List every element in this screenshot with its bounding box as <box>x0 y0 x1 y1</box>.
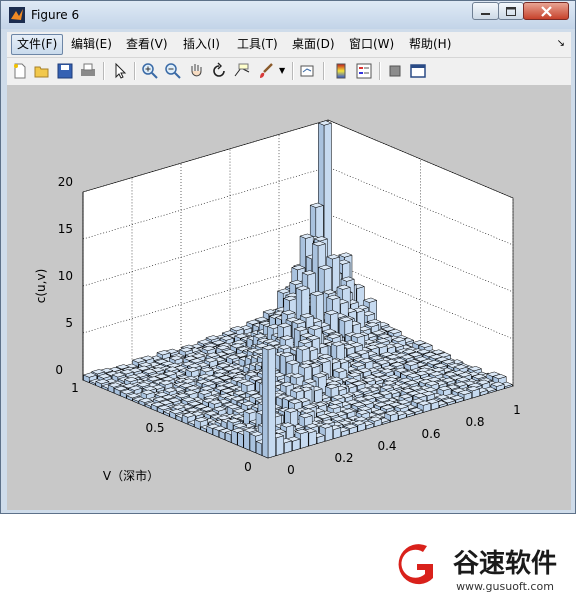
menu-insert[interactable]: 插入(I) <box>183 36 220 53</box>
z-tick-labels: 0 5 10 15 20 <box>55 175 73 377</box>
watermark-url: www.gusuoft.com <box>456 580 554 593</box>
hide-tools-icon[interactable] <box>386 62 404 80</box>
y-tick-1: 1 <box>71 381 79 395</box>
matlab-logo-icon <box>9 7 25 23</box>
menu-window[interactable]: 窗口(W) <box>349 36 394 53</box>
z-tick-0: 0 <box>55 363 63 377</box>
show-tools-icon[interactable] <box>409 62 427 80</box>
z-tick-20: 20 <box>58 175 73 189</box>
toolbar: ▼ <box>7 58 571 86</box>
close-button[interactable] <box>523 2 569 20</box>
minimize-icon <box>481 12 490 15</box>
menu-bar: 文件(F) 编辑(E) 查看(V) 插入(I) 工具(T) 桌面(D) 窗口(W… <box>7 32 571 58</box>
pan-icon[interactable] <box>187 62 205 80</box>
y-tick-0: 0 <box>244 460 252 474</box>
menu-file[interactable]: 文件(F) <box>11 34 64 55</box>
rotate-icon[interactable] <box>210 62 228 80</box>
brush-icon[interactable] <box>257 62 275 80</box>
pointer-icon[interactable] <box>111 62 129 80</box>
close-icon <box>540 5 552 17</box>
bar <box>261 345 277 459</box>
data-cursor-icon[interactable] <box>233 62 251 80</box>
legend-icon[interactable] <box>355 62 373 80</box>
z-axis-label: c(u,v) <box>34 269 48 303</box>
x-tick-0.2: 0.2 <box>334 451 353 465</box>
bar3-plot[interactable]: 0 5 10 15 20 0 0.2 0.4 0.6 0.8 1 0 0.5 1… <box>7 86 571 510</box>
figure-window: Figure 6 文件(F) 编辑(E) 查看(V) 插入(I) 工具(T) 桌… <box>0 0 576 596</box>
x-tick-1: 1 <box>513 403 521 417</box>
z-tick-10: 10 <box>58 269 73 283</box>
y-axis-label: V（深市） <box>103 468 159 483</box>
y-tick-0.5: 0.5 <box>145 421 164 435</box>
brush-dropdown-icon[interactable]: ▼ <box>279 66 285 75</box>
menu-edit[interactable]: 编辑(E) <box>71 36 112 53</box>
minimize-button[interactable] <box>472 2 499 20</box>
menu-help[interactable]: 帮助(H) <box>409 36 451 53</box>
x-tick-0.6: 0.6 <box>421 427 440 441</box>
window-title: Figure 6 <box>31 8 80 22</box>
title-bar[interactable]: Figure 6 <box>1 1 575 29</box>
menu-desktop[interactable]: 桌面(D) <box>292 36 335 53</box>
zoom-in-icon[interactable] <box>141 62 159 80</box>
menu-tools[interactable]: 工具(T) <box>237 36 278 53</box>
figure-canvas[interactable]: 0 5 10 15 20 0 0.2 0.4 0.6 0.8 1 0 0.5 1… <box>7 86 576 596</box>
x-tick-0.8: 0.8 <box>465 415 484 429</box>
maximize-icon <box>506 6 516 16</box>
colorbar-icon[interactable] <box>332 62 350 80</box>
print-icon[interactable] <box>79 62 97 80</box>
zoom-out-icon[interactable] <box>164 62 182 80</box>
new-figure-icon[interactable] <box>11 62 29 80</box>
menu-view[interactable]: 查看(V) <box>126 36 168 53</box>
x-tick-0.4: 0.4 <box>377 439 396 453</box>
save-icon[interactable] <box>56 62 74 80</box>
link-icon[interactable] <box>299 62 317 80</box>
menu-overflow-icon[interactable]: ↘ <box>557 38 565 49</box>
watermark-logo: 谷速软件 www.gusuoft.com <box>387 536 576 596</box>
z-tick-15: 15 <box>58 222 73 236</box>
maximize-button[interactable] <box>498 2 524 20</box>
z-tick-5: 5 <box>65 316 73 330</box>
open-icon[interactable] <box>33 62 51 80</box>
x-tick-0: 0 <box>287 463 295 477</box>
watermark-brand: 谷速软件 <box>453 549 557 579</box>
